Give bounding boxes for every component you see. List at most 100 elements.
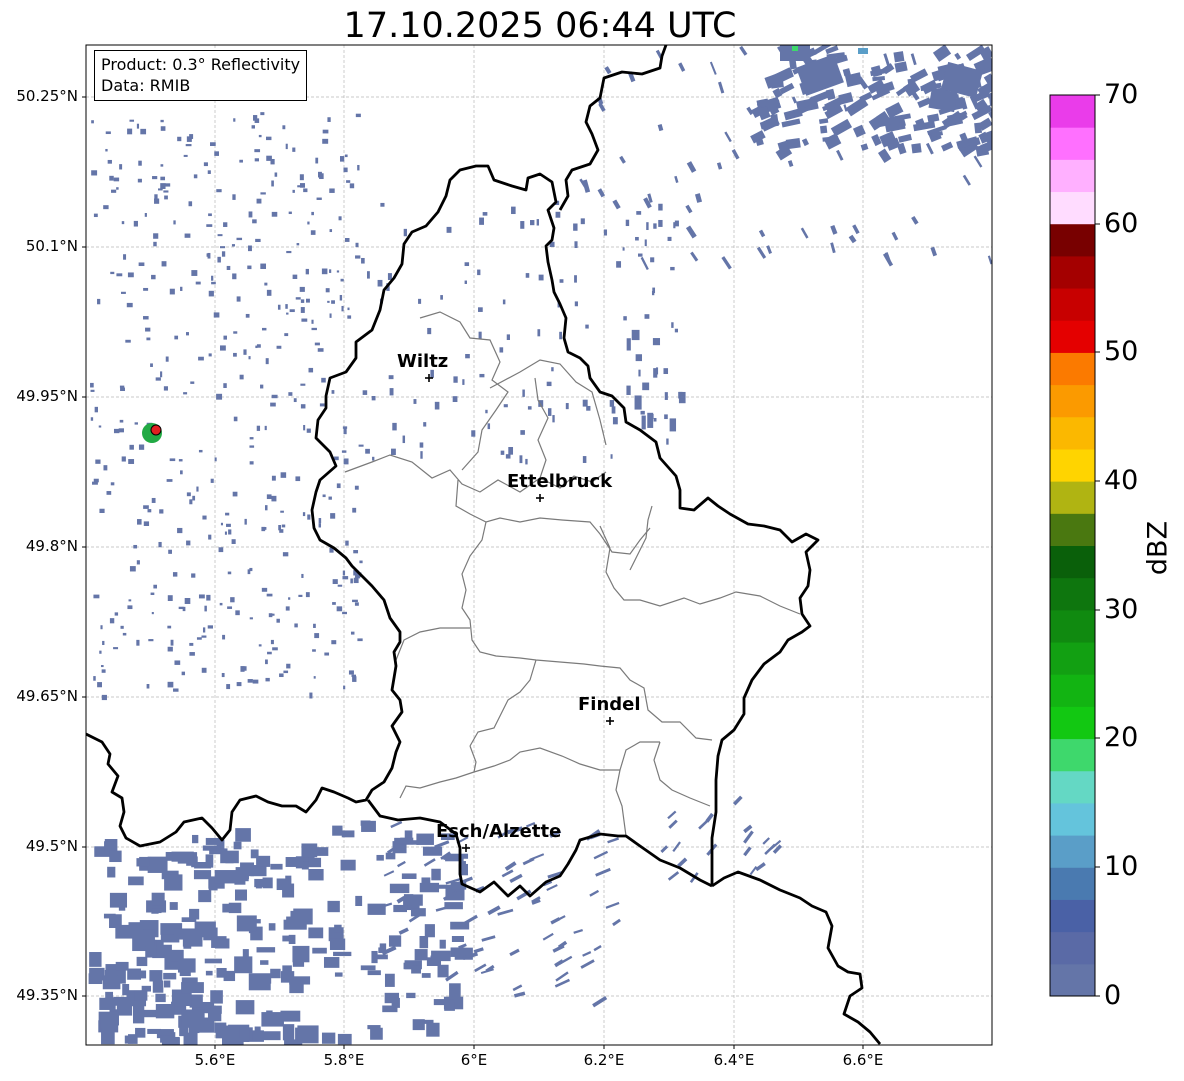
echo-pixel (270, 863, 283, 870)
echo-pixel (227, 606, 233, 609)
echo-pixel (280, 510, 284, 513)
echo-pixel (147, 509, 152, 513)
echo-pixel (228, 902, 242, 914)
echo-pixel (181, 671, 186, 676)
echo-pixel (149, 970, 163, 982)
echo-pixel (478, 307, 483, 312)
echo-pixel (391, 448, 396, 455)
echo-pixel (196, 486, 199, 492)
lon-tick-label: 5.8°E (323, 1051, 365, 1069)
echo-pixel (500, 450, 505, 455)
echo-pixel (314, 633, 320, 639)
echo-pixel (185, 332, 189, 336)
echo-pixel (164, 874, 183, 891)
echo-pixel (138, 444, 145, 450)
echo-pixel (233, 841, 242, 850)
colorbar-segment (1050, 384, 1095, 418)
echo-pixel (220, 850, 239, 864)
echo-pixel (350, 631, 355, 635)
colorbar-tick-label: 50 (1104, 336, 1139, 367)
echo-pixel (285, 606, 290, 611)
echo-pixel (265, 677, 270, 682)
echo-pixel (300, 404, 306, 409)
echo-pixel (249, 461, 254, 465)
colorbar-segment (1050, 223, 1095, 257)
colorbar-tick-label: 20 (1104, 722, 1139, 753)
echo-pixel (276, 878, 292, 891)
echo-pixel (167, 681, 174, 688)
echo-pixel (271, 394, 278, 399)
echo-pixel (349, 183, 355, 189)
echo-pixel (664, 414, 668, 420)
echo-pixel (228, 529, 232, 535)
echo-pixel (743, 830, 754, 844)
echo-pixel (838, 92, 854, 105)
echo-pixel (239, 159, 243, 163)
echo-pixel (724, 131, 732, 143)
colorbar-tick-label: 10 (1104, 851, 1139, 882)
colorbar-segment (1050, 481, 1095, 514)
echo-pixel (185, 144, 192, 147)
echo-pixel (137, 519, 142, 525)
echo-pixel (589, 889, 600, 897)
echo-pixel (180, 286, 183, 291)
echo-pixel (423, 858, 436, 867)
echo-pixel (134, 422, 138, 425)
echo-pixel (604, 66, 612, 75)
echo-pixel (100, 665, 104, 668)
echo-pixel (350, 578, 353, 584)
echo-pixel (105, 148, 108, 152)
echo-pixel (527, 406, 532, 410)
colorbar-segment (1050, 288, 1095, 321)
echo-pixel (208, 213, 212, 217)
echo-pixel (638, 253, 643, 257)
lat-tick-label: 49.95°N (16, 387, 78, 405)
echo-pixel (359, 560, 363, 564)
echo-pixel (99, 997, 116, 1010)
echo-pixel (336, 483, 341, 489)
echo-pixel (261, 587, 268, 592)
echo-pixel (787, 160, 794, 167)
echo-pixel (603, 229, 608, 236)
colorbar-segment (1050, 159, 1095, 193)
echo-pixel (216, 393, 223, 400)
echo-pixel (98, 425, 102, 428)
echo-pixel (891, 231, 899, 241)
colorbar (1050, 95, 1095, 997)
echo-pixel (138, 262, 145, 267)
echo-pixel (235, 610, 240, 616)
echo-pixel (295, 476, 301, 482)
echo-pixel (546, 884, 558, 891)
echo-pixel (208, 534, 212, 540)
echo-pixel (276, 345, 282, 349)
echo-pixel (256, 855, 271, 867)
lon-tick-label: 6°E (460, 1051, 488, 1069)
echo-pixel (219, 345, 226, 351)
echo-pixel (785, 138, 801, 150)
echo-pixel (973, 155, 983, 168)
echo-pixel (482, 212, 488, 216)
echo-pixel (204, 958, 222, 964)
echo-pixel (502, 299, 506, 305)
echo-pixel (128, 599, 132, 602)
echo-pixel (308, 868, 324, 881)
echo-pixel (101, 1027, 115, 1045)
echo-pixel (339, 156, 345, 162)
echo-pixel (520, 221, 525, 229)
echo-pixel (218, 547, 224, 553)
echo-pixel (214, 870, 236, 884)
echo-pixel (358, 444, 364, 447)
echo-pixel (487, 423, 491, 430)
echo-pixel (227, 571, 232, 575)
echo-pixel (331, 300, 335, 304)
echo-pixel (256, 947, 276, 953)
echo-pixel (644, 314, 650, 319)
echo-pixel (694, 193, 703, 203)
echo-pixel (334, 972, 343, 977)
echo-pixel (434, 401, 440, 410)
colorbar-tick-label: 0 (1104, 980, 1122, 1011)
echo-pixel (123, 254, 127, 260)
echo-pixel (236, 682, 242, 687)
echo-pixel (193, 174, 198, 179)
echo-pixel (848, 234, 857, 244)
